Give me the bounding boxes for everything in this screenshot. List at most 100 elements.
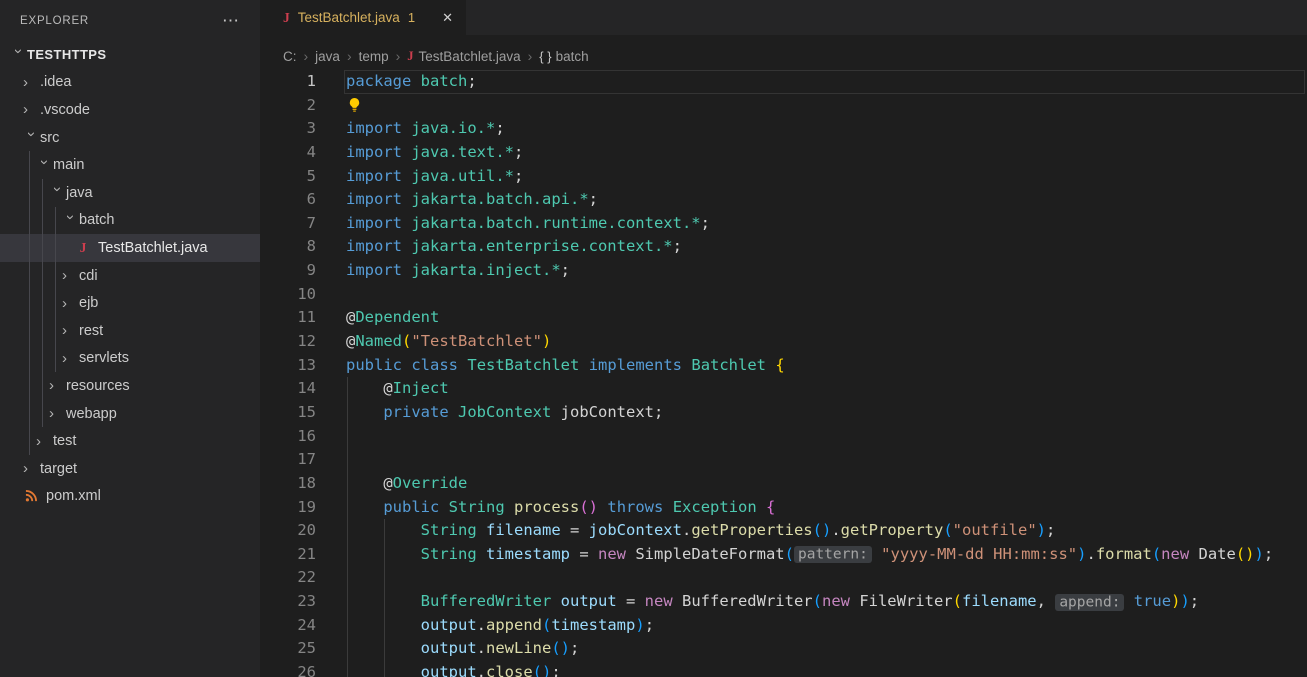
code-editor[interactable]: 1package batch;23import java.io.*;4impor…	[260, 67, 1307, 677]
breadcrumb-item-testbatchlet-java[interactable]: JTestBatchlet.java	[407, 49, 520, 64]
code-line-19[interactable]: 19 public String process() throws Except…	[260, 496, 1307, 520]
tree-item-cdi[interactable]: ›cdi	[0, 262, 260, 290]
code-line-18[interactable]: 18 @Override	[260, 472, 1307, 496]
chevron-right-icon[interactable]: ›	[49, 405, 66, 422]
token-txt: jobContext;	[551, 403, 663, 421]
tree-indent-guide	[29, 400, 30, 428]
token-b1: )	[542, 332, 551, 350]
chevron-right-icon[interactable]: ›	[62, 350, 79, 367]
more-actions-icon[interactable]: ⋯	[222, 16, 240, 26]
code-line-25[interactable]: 25 output.newLine();	[260, 637, 1307, 661]
token-ctl: new	[1161, 545, 1189, 563]
breadcrumb-item-c-[interactable]: C:	[283, 49, 297, 64]
close-tab-icon[interactable]: ✕	[439, 9, 456, 27]
breadcrumb-separator-icon: ›	[528, 48, 533, 64]
code-line-4[interactable]: 4import java.text.*;	[260, 141, 1307, 165]
code-line-17[interactable]: 17	[260, 448, 1307, 472]
tree-item-pom-xml[interactable]: pom.xml	[0, 483, 260, 511]
tree-item-rest[interactable]: ›rest	[0, 317, 260, 345]
token-txt	[402, 143, 411, 161]
tree-item-test[interactable]: ›test	[0, 427, 260, 455]
chevron-down-icon[interactable]: ›	[62, 215, 79, 232]
tree-indent-guide	[29, 372, 30, 400]
token-kw: public	[346, 356, 402, 374]
code-line-5[interactable]: 5import java.util.*;	[260, 165, 1307, 189]
tree-item-webapp[interactable]: ›webapp	[0, 400, 260, 428]
code-line-24[interactable]: 24 output.append(timestamp);	[260, 614, 1307, 638]
code-line-8[interactable]: 8import jakarta.enterprise.context.*;	[260, 235, 1307, 259]
code-line-23[interactable]: 23 BufferedWriter output = new BufferedW…	[260, 590, 1307, 614]
tree-item-src[interactable]: ›src	[0, 124, 260, 152]
code-line-content: import jakarta.batch.api.*;	[316, 188, 598, 212]
code-line-14[interactable]: 14 @Inject	[260, 377, 1307, 401]
tree-item-resources[interactable]: ›resources	[0, 372, 260, 400]
tree-item-main[interactable]: ›main	[0, 151, 260, 179]
code-line-11[interactable]: 11@Dependent	[260, 306, 1307, 330]
chevron-right-icon[interactable]: ›	[62, 322, 79, 339]
code-line-26[interactable]: 26 output.close();	[260, 661, 1307, 677]
line-number: 6	[260, 188, 316, 212]
token-txt: ;	[561, 261, 570, 279]
code-line-content	[316, 448, 346, 472]
tree-item-batch[interactable]: ›batch	[0, 207, 260, 235]
code-line-21[interactable]: 21 String timestamp = new SimpleDateForm…	[260, 543, 1307, 567]
tree-item-testhttps[interactable]: ›TESTHTTPS	[0, 41, 260, 69]
tree-item-testbatchlet-java[interactable]: JTestBatchlet.java	[0, 234, 260, 262]
chevron-down-icon[interactable]: ›	[23, 132, 40, 149]
code-line-2[interactable]: 2	[260, 94, 1307, 118]
tab-testbatchlet-java[interactable]: J TestBatchlet.java 1 ✕	[260, 0, 466, 35]
code-line-22[interactable]: 22	[260, 566, 1307, 590]
code-line-13[interactable]: 13public class TestBatchlet implements B…	[260, 354, 1307, 378]
chevron-right-icon[interactable]: ›	[62, 267, 79, 284]
chevron-right-icon[interactable]: ›	[49, 377, 66, 394]
token-fn: getProperties	[691, 521, 812, 539]
tree-indent-guide	[29, 427, 30, 455]
chevron-right-icon[interactable]: ›	[36, 433, 53, 450]
token-txt	[439, 498, 448, 516]
breadcrumb-item-java[interactable]: java	[315, 49, 340, 64]
code-line-15[interactable]: 15 private JobContext jobContext;	[260, 401, 1307, 425]
code-line-12[interactable]: 12@Named("TestBatchlet")	[260, 330, 1307, 354]
tree-item--vscode[interactable]: ›.vscode	[0, 96, 260, 124]
tree-item-servlets[interactable]: ›servlets	[0, 345, 260, 373]
token-type: Batchlet	[691, 356, 766, 374]
chevron-right-icon[interactable]: ›	[23, 101, 40, 118]
token-txt: =	[561, 521, 589, 539]
breadcrumb-item-temp[interactable]: temp	[359, 49, 389, 64]
line-number: 2	[260, 94, 316, 118]
code-line-20[interactable]: 20 String filename = jobContext.getPrope…	[260, 519, 1307, 543]
token-fn: getProperty	[841, 521, 944, 539]
tree-item-java[interactable]: ›java	[0, 179, 260, 207]
tree-item-target[interactable]: ›target	[0, 455, 260, 483]
lightbulb-icon[interactable]	[347, 97, 362, 117]
chevron-right-icon[interactable]: ›	[23, 460, 40, 477]
breadcrumb-label: batch	[556, 49, 589, 64]
code-line-10[interactable]: 10	[260, 283, 1307, 307]
token-kw: import	[346, 214, 402, 232]
code-line-content: String filename = jobContext.getProperti…	[316, 519, 1055, 543]
chevron-down-icon[interactable]: ›	[36, 159, 53, 176]
token-txt	[757, 498, 766, 516]
token-txt: @	[346, 379, 393, 397]
tab-bar: J TestBatchlet.java 1 ✕	[260, 0, 1307, 35]
tree-indent-guide	[29, 179, 30, 207]
breadcrumb: C:›java›temp›JTestBatchlet.java›{ }batch	[260, 45, 1307, 67]
token-txt: .	[477, 639, 486, 657]
tree-item-ejb[interactable]: ›ejb	[0, 289, 260, 317]
breadcrumb-item-batch[interactable]: { }batch	[539, 49, 588, 64]
chevron-right-icon[interactable]: ›	[62, 295, 79, 312]
code-line-7[interactable]: 7import jakarta.batch.runtime.context.*;	[260, 212, 1307, 236]
chevron-right-icon[interactable]: ›	[23, 74, 40, 91]
tree-item--idea[interactable]: ›.idea	[0, 69, 260, 97]
token-b3: (	[785, 545, 794, 563]
token-ctl: new	[598, 545, 626, 563]
code-line-9[interactable]: 9import jakarta.inject.*;	[260, 259, 1307, 283]
chevron-down-icon[interactable]: ›	[49, 187, 66, 204]
code-line-1[interactable]: 1package batch;	[260, 70, 1307, 94]
code-line-6[interactable]: 6import jakarta.batch.api.*;	[260, 188, 1307, 212]
chevron-down-icon[interactable]: ›	[10, 49, 27, 66]
code-line-3[interactable]: 3import java.io.*;	[260, 117, 1307, 141]
token-txt: ;	[1190, 592, 1199, 610]
code-line-16[interactable]: 16	[260, 425, 1307, 449]
token-txt	[402, 261, 411, 279]
